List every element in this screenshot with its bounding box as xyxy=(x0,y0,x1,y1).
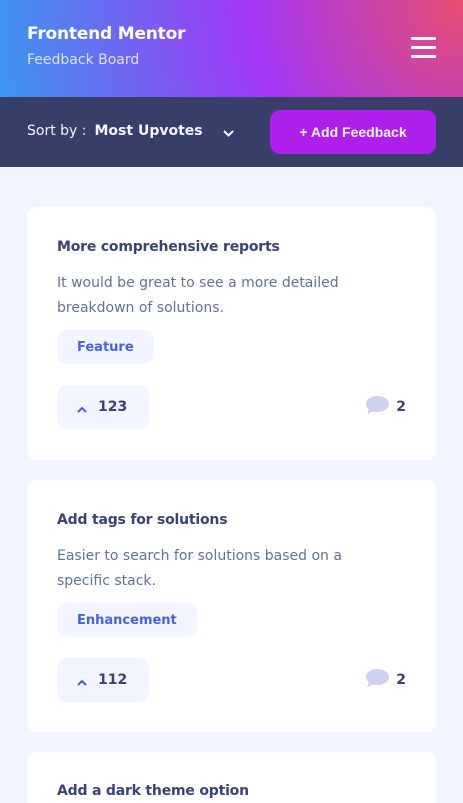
menu-line xyxy=(411,55,436,58)
app-subtitle: Feedback Board xyxy=(27,52,140,68)
menu-line xyxy=(411,37,436,40)
comment-bubble-icon xyxy=(365,668,390,692)
comment-count-group[interactable]: 2 xyxy=(365,668,406,692)
feedback-title[interactable]: Add tags for solutions xyxy=(57,512,228,528)
app-title: Frontend Mentor xyxy=(27,24,186,44)
category-tag[interactable]: Feature xyxy=(57,330,154,364)
sort-label: Sort by : xyxy=(27,123,87,139)
upvote-count: 112 xyxy=(98,672,128,688)
feedback-title[interactable]: More comprehensive reports xyxy=(57,239,280,255)
sort-dropdown[interactable]: Sort by : Most Upvotes xyxy=(27,120,234,142)
feedback-description: It would be great to see a more detailed… xyxy=(57,275,339,316)
toolbar: Sort by : Most Upvotes + Add Feedback xyxy=(0,97,463,167)
comment-count-group[interactable]: 2 xyxy=(365,395,406,419)
upvote-button[interactable]: 123 xyxy=(57,385,150,429)
app-header: Frontend Mentor Feedback Board xyxy=(0,0,463,97)
upvote-button[interactable]: 112 xyxy=(57,658,150,702)
sort-value: Most Upvotes xyxy=(94,123,203,139)
comment-count: 2 xyxy=(396,399,406,415)
add-feedback-button[interactable]: + Add Feedback xyxy=(270,110,436,154)
hamburger-icon[interactable] xyxy=(411,37,436,58)
comment-count: 2 xyxy=(396,672,406,688)
feedback-title[interactable]: Add a dark theme option xyxy=(57,783,249,799)
feedback-card[interactable]: Add a dark theme option xyxy=(27,752,436,803)
feedback-card[interactable]: Add tags for solutions Easier to search … xyxy=(27,480,436,732)
category-tag[interactable]: Enhancement xyxy=(57,603,197,637)
arrow-up-icon xyxy=(77,671,87,690)
comment-bubble-icon xyxy=(365,395,390,419)
arrow-up-icon xyxy=(77,398,87,417)
feedback-card[interactable]: More comprehensive reports It would be g… xyxy=(27,207,436,460)
menu-line xyxy=(411,46,436,49)
feedback-description: Easier to search for solutions based on … xyxy=(57,548,342,589)
chevron-down-icon xyxy=(222,122,234,141)
upvote-count: 123 xyxy=(98,399,128,415)
